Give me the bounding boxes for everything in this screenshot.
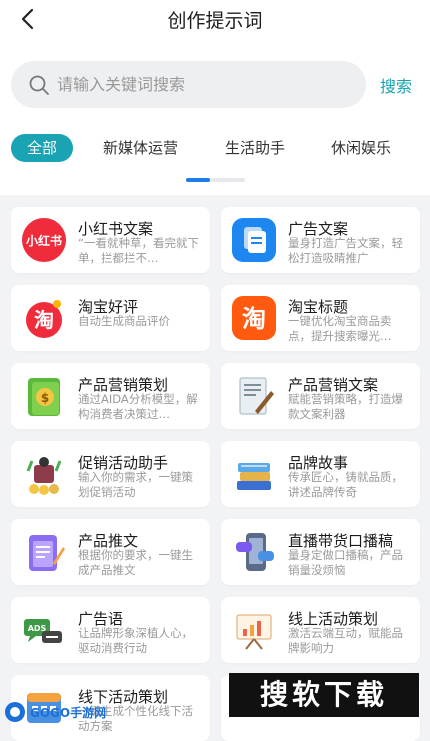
search-icon <box>29 75 49 95</box>
watermark: 搜软下载 <box>229 673 419 717</box>
site-logo: GOGO手游网 <box>4 700 106 724</box>
notepad-icon <box>29 535 65 571</box>
logo-icon <box>5 702 25 722</box>
svg-text:淘: 淘 <box>34 308 54 332</box>
tab-all[interactable]: 全部 <box>11 134 74 162</box>
card-product-post[interactable]: 产品推文 根据你的要求，一键生成产品推文 <box>11 519 210 585</box>
tab-scroll-indicator <box>186 178 245 182</box>
xiaohongshu-icon: 小红书 <box>22 218 66 262</box>
card-promotion-assistant[interactable]: 促销活动助手 输入你的需求，一键策划促销活动 <box>11 441 210 507</box>
page-title: 创作提示词 <box>167 10 263 32</box>
card-ad-copy[interactable]: 广告文案 量身打造广告文案，轻松打造吸睛推广 <box>221 207 420 273</box>
card-desc: 量身打造广告文案，轻松打造吸睛推广 <box>288 236 403 265</box>
card-desc: “一看就种草，看完就下单，拦都拦不… <box>78 236 199 265</box>
card-desc: 通过AIDA分析模型，解构消费者决策过… <box>78 392 198 421</box>
money-book-icon: $ <box>28 378 60 416</box>
search-box[interactable] <box>11 61 366 108</box>
taobao-icon: 淘 <box>26 300 62 338</box>
tab-new-media[interactable]: 新媒体运营 <box>103 134 178 162</box>
presentation-icon <box>236 614 272 650</box>
card-desc: 传承匠心，铸就品质，讲述品牌传奇 <box>288 470 403 499</box>
card-xiaohongshu[interactable]: 小红书 小红书文案 “一看就种草，看完就下单，拦都拦不… <box>11 207 210 273</box>
card-brand-story[interactable]: 品牌故事 传承匠心，铸就品质，讲述品牌传奇 <box>221 441 420 507</box>
tab-life-assistant[interactable]: 生活助手 <box>225 134 285 162</box>
svg-text:淘: 淘 <box>242 305 266 333</box>
svg-text:$: $ <box>41 391 49 405</box>
card-desc: 赋能营销策略，打造爆款文案利器 <box>288 392 403 421</box>
card-slogan[interactable]: ADS 广告语 让品牌形象深植人心，驱动消费行动 <box>11 597 210 663</box>
card-desc: 根据你的要求，一键生成产品推文 <box>78 548 193 577</box>
card-online-event-plan[interactable]: 线上活动策划 激活云端互动，赋能品牌影响力 <box>221 597 420 663</box>
card-desc: 让品牌形象深植人心，驱动消费行动 <box>78 626 193 655</box>
header: 创作提示词 <box>0 0 430 40</box>
card-desc: 自动生成商品评价 <box>78 314 170 328</box>
tab-leisure[interactable]: 休闲娱乐 <box>331 134 391 162</box>
search-input[interactable] <box>57 61 352 108</box>
books-icon <box>237 463 271 490</box>
phone-live-icon <box>236 533 274 571</box>
card-desc: 量身定做口播稿，产品销量没烦恼 <box>288 548 403 577</box>
search-button[interactable]: 搜索 <box>380 73 412 97</box>
card-taobao-title[interactable]: 淘 淘宝标题 一键优化淘宝商品卖点，提升搜索曝光… <box>221 285 420 351</box>
document-icon <box>232 218 276 262</box>
card-desc: 一键优化淘宝商品卖点，提升搜索曝光… <box>288 314 392 343</box>
logo-text: GOGO手游网 <box>30 705 107 720</box>
card-live-script[interactable]: 直播带货口播稿 量身定做口播稿，产品销量没烦恼 <box>221 519 420 585</box>
svg-text:小红书: 小红书 <box>26 233 62 248</box>
paper-pen-icon <box>239 377 274 415</box>
card-desc: 激活云端互动，赋能品牌影响力 <box>288 626 403 655</box>
taobao-icon: 淘 <box>232 296 276 340</box>
card-product-marketing-plan[interactable]: $ 产品营销策划 通过AIDA分析模型，解构消费者决策过… <box>11 363 210 429</box>
category-tabs: 全部 新媒体运营 生活助手 休闲娱乐 <box>0 134 430 164</box>
tab-scroll-indicator-fill <box>186 178 210 182</box>
card-desc: 输入你的需求，一键策划促销活动 <box>78 470 193 499</box>
ads-chat-icon: ADS <box>24 619 62 643</box>
shopping-icon <box>26 457 62 495</box>
card-taobao-review[interactable]: 淘 淘宝好评 自动生成商品评价 <box>11 285 210 351</box>
card-product-marketing-copy[interactable]: 产品营销文案 赋能营销策略，打造爆款文案利器 <box>221 363 420 429</box>
